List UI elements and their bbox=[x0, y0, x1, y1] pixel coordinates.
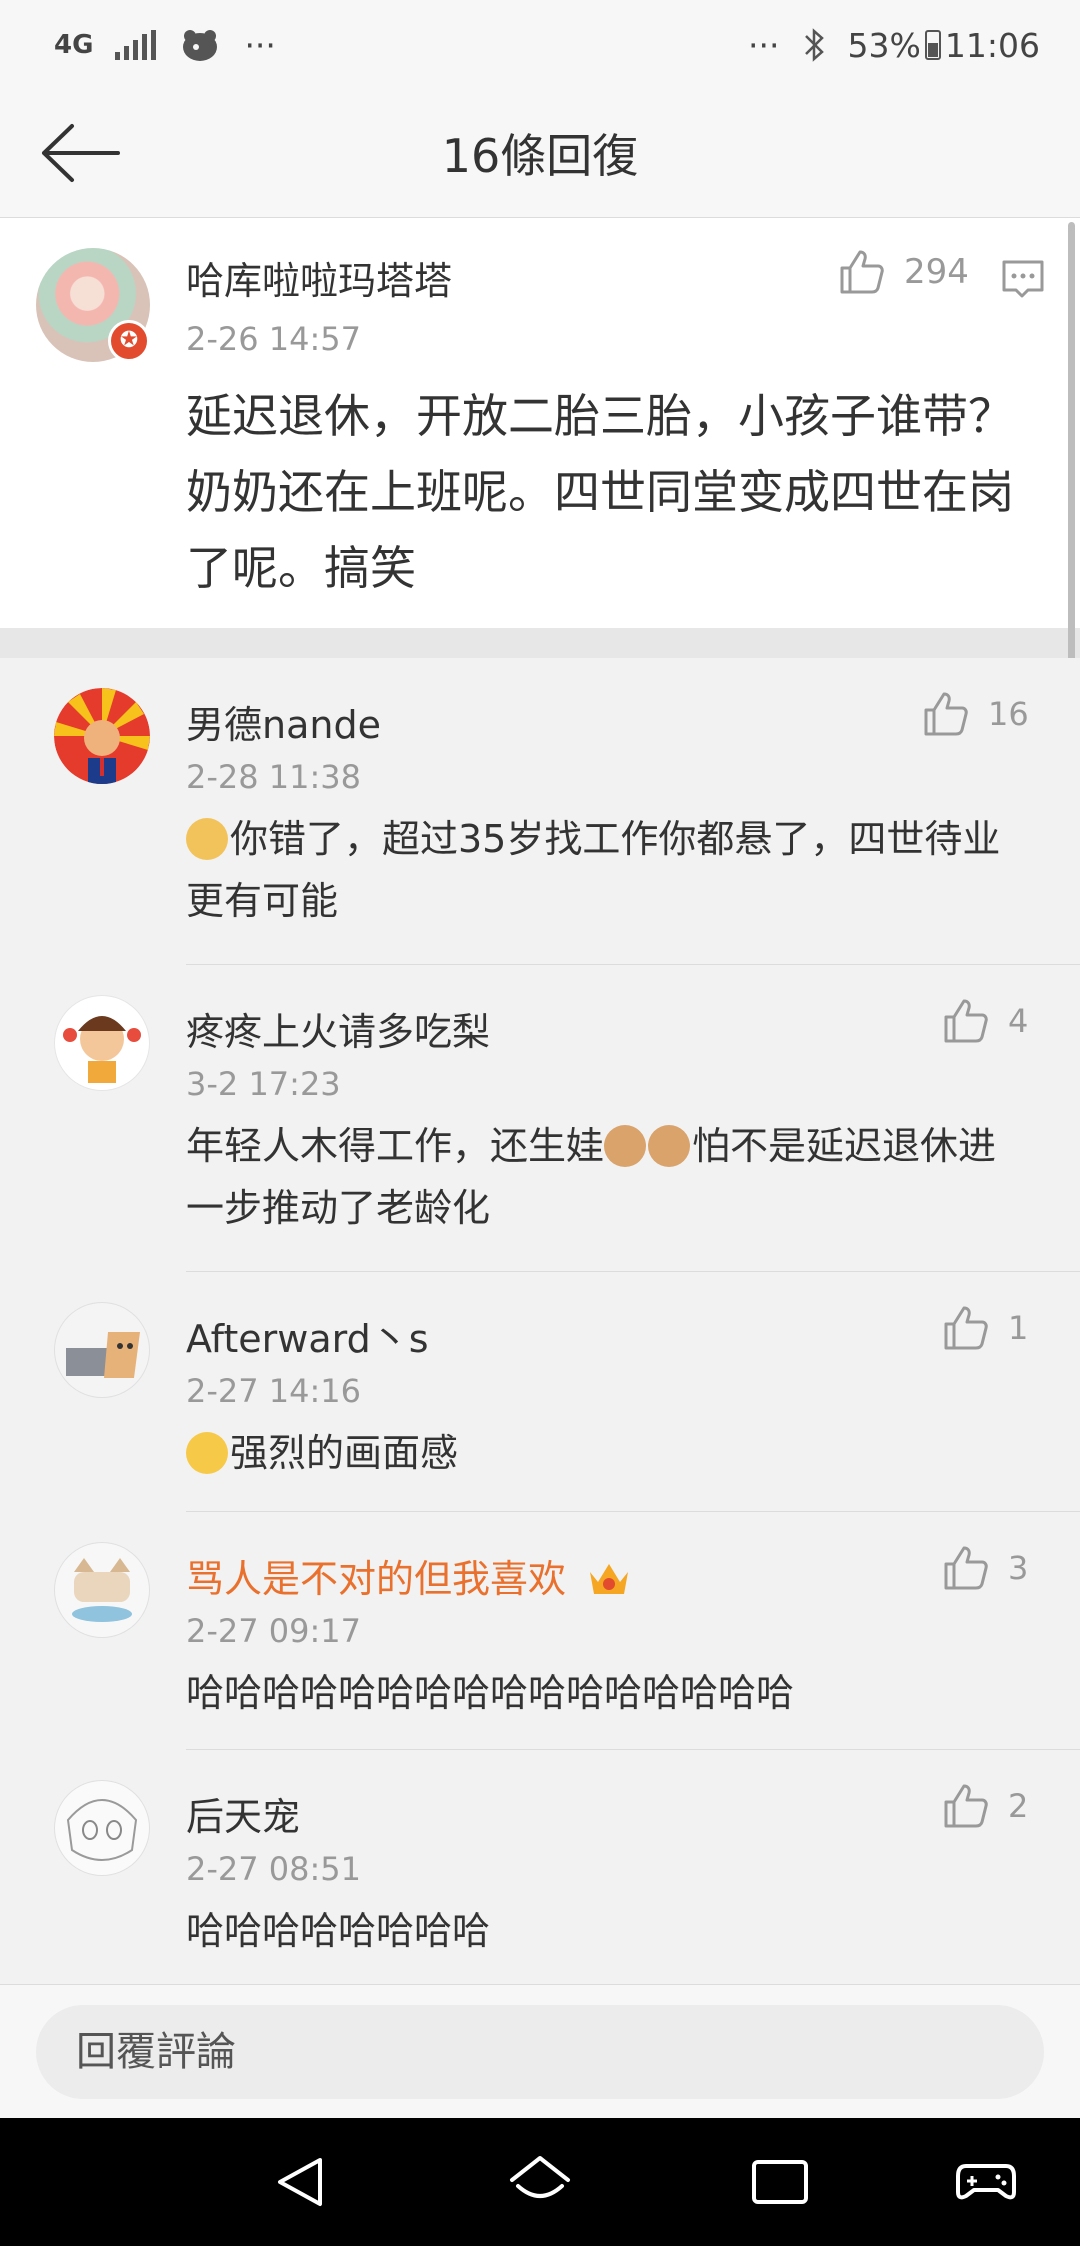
like-count: 3 bbox=[1008, 1549, 1029, 1587]
clock: 11:06 bbox=[944, 25, 1040, 65]
username[interactable]: 男德nande bbox=[186, 694, 381, 749]
comment-text: 哈哈哈哈哈哈哈哈 bbox=[186, 1909, 491, 1953]
list-item[interactable]: 疼疼上火请多吃梨 3-2 17:23 4 年轻人木得工作，还生娃 怕不是延迟退休进… bbox=[0, 965, 1080, 1272]
comment-text: 年轻人木得工作，还生娃 怕不是延迟退休进一步推动了老龄化 bbox=[186, 1115, 1022, 1239]
comment-text: 你错了，超过35岁找工作你都悬了，四世待业更有可能 bbox=[186, 808, 1022, 932]
thumbs-up-icon bbox=[924, 692, 968, 736]
status-right: ··· 53% 11:06 bbox=[748, 26, 1040, 65]
main-comment: ✪ 哈库啦啦玛塔塔 2-26 14:57 294 延迟退休，开放二胎三胎，小孩子… bbox=[0, 218, 1080, 628]
reply-input[interactable] bbox=[36, 2005, 1044, 2099]
more-notifications: ··· bbox=[244, 25, 276, 65]
comment-text: 哈哈哈哈哈哈哈哈哈哈哈哈哈哈哈哈 bbox=[186, 1671, 795, 1715]
home-icon[interactable] bbox=[508, 2152, 572, 2212]
username[interactable]: 骂人是不对的但我喜欢 bbox=[186, 1548, 632, 1603]
gamepad-icon[interactable] bbox=[954, 2152, 1018, 2212]
comment-text: 延迟退休，开放二胎三胎，小孩子谁带？奶奶还在上班呢。四世同堂变成四世在岗了呢。搞… bbox=[186, 389, 1014, 595]
reply-text-start: 年轻人木得工作，还生娃 bbox=[186, 1124, 605, 1168]
cat-emoji-icon bbox=[648, 1125, 691, 1167]
thumbs-up-icon bbox=[840, 250, 884, 294]
timestamp: 2-27 09:17 bbox=[186, 1612, 362, 1650]
like-count: 4 bbox=[1008, 1002, 1029, 1040]
username[interactable]: 后天宠 bbox=[186, 1786, 300, 1841]
like-count: 294 bbox=[904, 252, 969, 292]
thumbs-up-icon bbox=[944, 1784, 988, 1828]
reply-text: 强烈的画面感 bbox=[230, 1431, 459, 1475]
signal-icon bbox=[115, 30, 157, 60]
username[interactable]: 疼疼上火请多吃梨 bbox=[186, 1001, 490, 1056]
timestamp: 2-27 08:51 bbox=[186, 1850, 362, 1888]
thumbs-up-icon bbox=[944, 999, 988, 1043]
username[interactable]: 哈库啦啦玛塔塔 bbox=[186, 250, 452, 305]
more-status-icons: ··· bbox=[748, 25, 780, 65]
like-count: 2 bbox=[1008, 1787, 1029, 1825]
timestamp: 3-2 17:23 bbox=[186, 1065, 341, 1103]
status-bar: 4G ··· ··· 53% 11:06 bbox=[0, 0, 1080, 90]
timestamp: 2-26 14:57 bbox=[186, 320, 362, 358]
back-nav-icon[interactable] bbox=[270, 2152, 334, 2212]
thumbs-up-icon bbox=[944, 1546, 988, 1590]
like-button[interactable]: 2 bbox=[942, 1782, 1028, 1830]
list-item[interactable]: Afterward丶s 2-27 14:16 1 强烈的画面感 bbox=[0, 1272, 1080, 1512]
comment-text: 强烈的画面感 bbox=[186, 1422, 1022, 1484]
avatar[interactable] bbox=[54, 688, 150, 784]
battery-icon bbox=[924, 30, 941, 60]
section-divider bbox=[0, 628, 1080, 658]
avatar[interactable] bbox=[54, 1780, 150, 1876]
like-button[interactable]: 16 bbox=[922, 690, 1029, 738]
username[interactable]: Afterward丶s bbox=[186, 1308, 429, 1363]
avatar[interactable] bbox=[54, 1542, 150, 1638]
timestamp: 2-28 11:38 bbox=[186, 758, 362, 796]
verified-badge-icon: ✪ bbox=[108, 320, 150, 362]
laugh-cry-emoji-icon bbox=[186, 1432, 228, 1474]
vip-crown-icon bbox=[590, 1564, 629, 1594]
thumbs-up-icon bbox=[944, 1306, 988, 1350]
top-bar: 16條回復 bbox=[0, 90, 1080, 218]
reply-bar bbox=[0, 1984, 1080, 2119]
navigation-bar bbox=[0, 2118, 1080, 2246]
network-label: 4G bbox=[54, 30, 94, 60]
like-button[interactable]: 1 bbox=[942, 1304, 1028, 1352]
reply-list: 男德nande 2-28 11:38 16 你错了，超过35岁找工作你都悬了，四… bbox=[0, 658, 1080, 1984]
app-notification-icon bbox=[183, 30, 218, 61]
like-button[interactable]: 294 bbox=[838, 248, 969, 296]
bluetooth-icon bbox=[804, 28, 824, 62]
doge-emoji-icon bbox=[186, 818, 228, 860]
recent-apps-icon[interactable] bbox=[748, 2152, 812, 2212]
avatar[interactable] bbox=[54, 1302, 150, 1398]
battery-percent: 53% bbox=[847, 25, 921, 65]
like-button[interactable]: 3 bbox=[942, 1544, 1028, 1592]
cat-emoji-icon bbox=[604, 1125, 647, 1167]
like-count: 1 bbox=[1008, 1309, 1029, 1347]
reply-text: 你错了，超过35岁找工作你都悬了，四世待业更有可能 bbox=[186, 817, 1001, 923]
comment-icon[interactable] bbox=[998, 254, 1048, 304]
list-item[interactable]: 男德nande 2-28 11:38 16 你错了，超过35岁找工作你都悬了，四… bbox=[0, 658, 1080, 965]
avatar[interactable] bbox=[54, 995, 150, 1091]
like-count: 16 bbox=[988, 695, 1029, 733]
list-item[interactable]: 后天宠 2-27 08:51 2 哈哈哈哈哈哈哈哈 bbox=[0, 1750, 1080, 1984]
list-item[interactable]: 骂人是不对的但我喜欢 2-27 09:17 3 哈哈哈哈哈哈哈哈哈哈哈哈哈哈哈哈 bbox=[0, 1512, 1080, 1750]
timestamp: 2-27 14:16 bbox=[186, 1372, 362, 1410]
status-left: 4G ··· bbox=[54, 25, 276, 65]
like-button[interactable]: 4 bbox=[942, 997, 1028, 1045]
page-title: 16條回復 bbox=[441, 129, 639, 183]
